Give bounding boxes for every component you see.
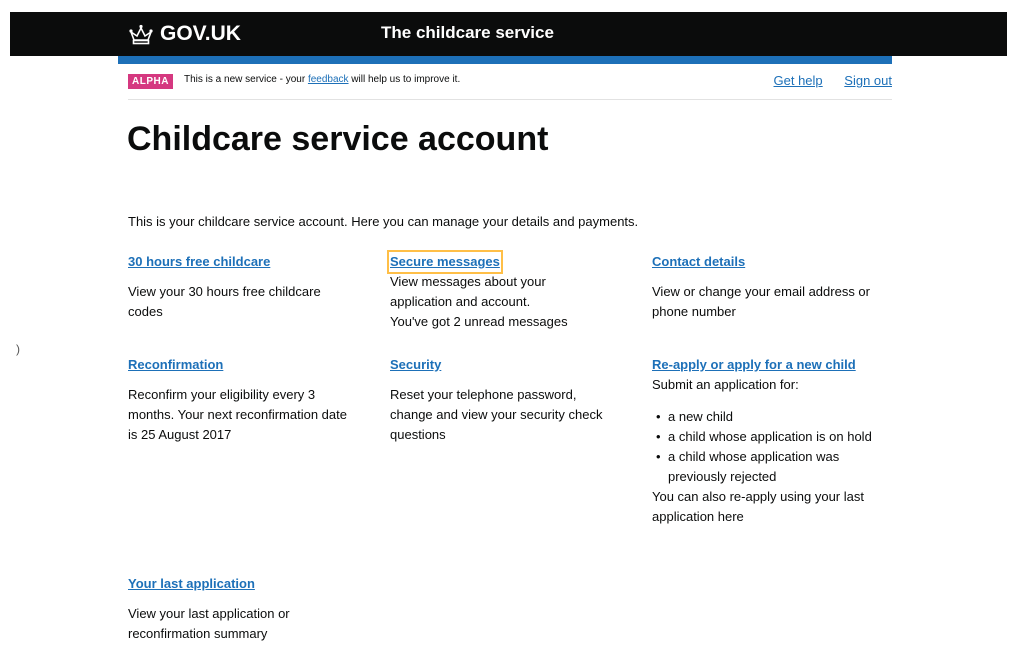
list-item: a child whose application is on hold xyxy=(656,427,892,447)
crown-icon xyxy=(128,23,154,45)
phase-tag: ALPHA xyxy=(128,74,173,89)
phase-banner: ALPHA This is a new service - your feedb… xyxy=(128,71,892,100)
reapply-link[interactable]: Re-apply or apply for a new child xyxy=(652,356,856,374)
reapply-intro: Submit an application for: xyxy=(652,377,799,392)
section-reconfirmation: Reconfirmation Reconfirm your eligibilit… xyxy=(128,355,358,445)
contact-details-link[interactable]: Contact details xyxy=(652,253,745,271)
page-intro: This is your childcare service account. … xyxy=(128,214,639,229)
section-contact-details: Contact details View or change your emai… xyxy=(652,252,892,322)
header-blue-bar xyxy=(118,56,892,64)
unread-messages-count: You've got 2 unread messages xyxy=(390,314,568,329)
section-security: Security Reset your telephone password, … xyxy=(390,355,610,445)
reapply-outro: You can also re-apply using your last ap… xyxy=(652,489,864,524)
get-help-link[interactable]: Get help xyxy=(774,73,823,88)
reapply-list: a new child a child whose application is… xyxy=(652,407,892,487)
last-application-link[interactable]: Your last application xyxy=(128,575,255,593)
service-name[interactable]: The childcare service xyxy=(381,23,554,43)
section-reapply: Re-apply or apply for a new child Submit… xyxy=(652,355,892,527)
margin-glyph: ) xyxy=(16,342,20,356)
security-desc: Reset your telephone password, change an… xyxy=(390,387,603,442)
section-last-application: Your last application View your last app… xyxy=(128,574,338,644)
feedback-link[interactable]: feedback xyxy=(308,74,349,85)
govuk-logo[interactable]: GOV.UK xyxy=(128,21,241,47)
secure-messages-link[interactable]: Secure messages xyxy=(387,250,503,274)
secure-messages-desc: View messages about your application and… xyxy=(390,274,546,309)
logo-text: GOV.UK xyxy=(160,22,241,45)
list-item: a new child xyxy=(656,407,892,427)
phase-text-before: This is a new service - your xyxy=(184,74,308,85)
contact-details-desc: View or change your email address or pho… xyxy=(652,284,870,319)
phase-text-after: will help us to improve it. xyxy=(348,74,461,85)
section-free-childcare: 30 hours free childcare View your 30 hou… xyxy=(128,252,358,322)
reconfirmation-link[interactable]: Reconfirmation xyxy=(128,356,223,374)
last-application-desc: View your last application or reconfirma… xyxy=(128,606,290,641)
sign-out-link[interactable]: Sign out xyxy=(844,73,892,88)
reconfirmation-desc: Reconfirm your eligibility every 3 month… xyxy=(128,387,347,442)
page-title: Childcare service account xyxy=(127,120,549,158)
site-header: GOV.UK The childcare service xyxy=(10,12,1007,56)
phase-text: This is a new service - your feedback wi… xyxy=(184,74,460,85)
account-links: Get help Sign out xyxy=(756,73,892,88)
section-secure-messages: Secure messages View messages about your… xyxy=(387,250,600,332)
page: GOV.UK The childcare service ALPHA This … xyxy=(0,0,1009,670)
free-childcare-link[interactable]: 30 hours free childcare xyxy=(128,253,270,271)
list-item: a child whose application was previously… xyxy=(656,447,892,487)
free-childcare-desc: View your 30 hours free childcare codes xyxy=(128,284,321,319)
security-link[interactable]: Security xyxy=(390,356,441,374)
